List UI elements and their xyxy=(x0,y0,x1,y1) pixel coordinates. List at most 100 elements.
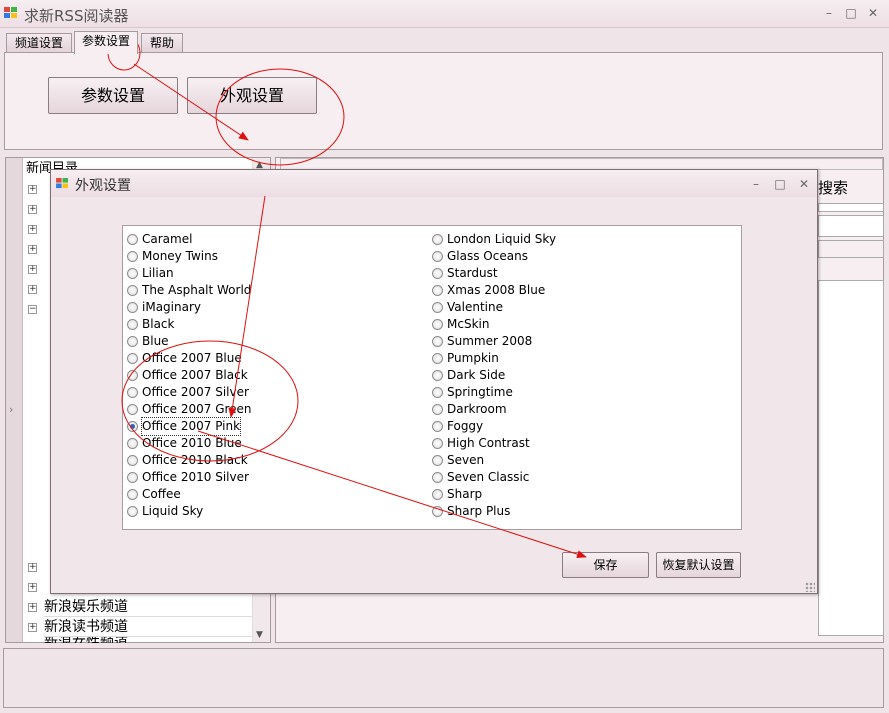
expand-icon[interactable]: + xyxy=(28,205,37,214)
search-label[interactable]: 搜索 xyxy=(818,177,848,198)
article-content xyxy=(818,280,884,636)
appearance-settings-button[interactable]: 外观设置 xyxy=(187,77,317,114)
skin-option-label: Seven Classic xyxy=(447,470,530,484)
radio-icon[interactable] xyxy=(127,336,138,347)
dialog-maximize-button[interactable]: □ xyxy=(769,175,791,193)
expand-icon[interactable]: + xyxy=(28,285,37,294)
expand-icon[interactable]: + xyxy=(28,225,37,234)
radio-checked-icon[interactable] xyxy=(127,421,138,432)
expand-icon[interactable]: + xyxy=(28,583,37,592)
radio-icon[interactable] xyxy=(127,353,138,364)
tab-param-settings[interactable]: 参数设置 xyxy=(74,31,138,54)
skin-option-label: Office 2007 Black xyxy=(142,368,248,382)
skin-option-label: Blue xyxy=(142,334,169,348)
skin-option-label: Stardust xyxy=(447,266,498,280)
app-windows-icon xyxy=(4,7,17,18)
maximize-button[interactable]: □ xyxy=(840,4,862,22)
radio-icon[interactable] xyxy=(432,353,443,364)
status-bar xyxy=(3,648,884,708)
dialog-title-bar: 外观设置 – □ ✕ xyxy=(51,170,817,197)
radio-icon[interactable] xyxy=(432,438,443,449)
minimize-button[interactable]: – xyxy=(818,4,840,22)
scroll-down-icon[interactable]: ▼ xyxy=(256,630,263,640)
skin-option-label: Office 2010 Blue xyxy=(142,436,242,450)
dialog-close-button[interactable]: ✕ xyxy=(793,175,815,193)
search-input[interactable] xyxy=(818,203,884,212)
radio-icon[interactable] xyxy=(432,251,443,262)
radio-icon[interactable] xyxy=(127,472,138,483)
expand-icon[interactable]: + xyxy=(28,603,37,612)
radio-icon[interactable] xyxy=(432,421,443,432)
radio-icon[interactable] xyxy=(127,404,138,415)
radio-icon[interactable] xyxy=(127,455,138,466)
expand-icon[interactable]: + xyxy=(28,245,37,254)
skin-option-label: McSkin xyxy=(447,317,490,331)
tree-item[interactable]: 新浪女性频道 xyxy=(44,637,270,643)
skin-option-label: iMaginary xyxy=(142,300,201,314)
skin-option-label: Darkroom xyxy=(447,402,507,416)
skin-option-label: Office 2007 Blue xyxy=(142,351,242,365)
resize-grip-icon[interactable] xyxy=(805,582,815,592)
expand-icon[interactable]: + xyxy=(28,563,37,572)
radio-icon[interactable] xyxy=(432,319,443,330)
collapse-icon[interactable]: − xyxy=(28,305,37,314)
skin-option-group: Caramel Money Twins Lilian The Asphalt Worl… xyxy=(122,225,742,530)
radio-icon[interactable] xyxy=(127,234,138,245)
skin-option-label: Glass Oceans xyxy=(447,249,528,263)
dialog-title: 外观设置 xyxy=(75,178,131,194)
skin-option-label: Valentine xyxy=(447,300,503,314)
radio-icon[interactable] xyxy=(432,302,443,313)
skin-option-label: Springtime xyxy=(447,385,513,399)
skin-option-label: Caramel xyxy=(142,232,193,246)
radio-icon[interactable] xyxy=(432,455,443,466)
radio-icon[interactable] xyxy=(432,336,443,347)
skin-option-label: Dark Side xyxy=(447,368,506,382)
radio-icon[interactable] xyxy=(127,506,138,517)
radio-icon[interactable] xyxy=(432,387,443,398)
radio-icon[interactable] xyxy=(127,285,138,296)
skin-option-label: London Liquid Sky xyxy=(447,232,557,246)
skin-option-label: Money Twins xyxy=(142,249,218,263)
skin-option-label: Foggy xyxy=(447,419,484,433)
skin-option-label: Office 2010 Silver xyxy=(142,470,249,484)
search-options[interactable] xyxy=(818,240,884,258)
dialog-minimize-button[interactable]: – xyxy=(745,175,767,193)
tab-help[interactable]: 帮助 xyxy=(141,33,183,53)
radio-icon[interactable] xyxy=(432,234,443,245)
app-windows-icon xyxy=(56,178,68,189)
radio-icon[interactable] xyxy=(127,370,138,381)
radio-icon[interactable] xyxy=(432,268,443,279)
skin-option-label: Sharp Plus xyxy=(447,504,511,518)
radio-icon[interactable] xyxy=(127,387,138,398)
radio-icon[interactable] xyxy=(432,472,443,483)
expand-icon[interactable]: + xyxy=(28,265,37,274)
skin-option-label: Sharp xyxy=(447,487,483,501)
radio-icon[interactable] xyxy=(432,285,443,296)
radio-icon[interactable] xyxy=(127,251,138,262)
radio-icon[interactable] xyxy=(432,370,443,381)
save-button[interactable]: 保存 xyxy=(562,552,649,578)
expand-icon[interactable]: + xyxy=(28,185,37,194)
skin-option-label: Xmas 2008 Blue xyxy=(447,283,546,297)
param-settings-button[interactable]: 参数设置 xyxy=(48,77,178,114)
radio-icon[interactable] xyxy=(432,506,443,517)
radio-icon[interactable] xyxy=(127,268,138,279)
radio-icon[interactable] xyxy=(127,302,138,313)
radio-icon[interactable] xyxy=(127,438,138,449)
close-button[interactable]: ✕ xyxy=(862,4,884,22)
radio-icon[interactable] xyxy=(432,489,443,500)
restore-defaults-button[interactable]: 恢复默认设置 xyxy=(656,552,741,578)
skin-option-label: Office 2007 Pink xyxy=(140,417,242,436)
radio-icon[interactable] xyxy=(127,489,138,500)
radio-icon[interactable] xyxy=(432,404,443,415)
radio-icon[interactable] xyxy=(127,319,138,330)
skin-option-label: Office 2010 Black xyxy=(142,453,248,467)
expand-icon[interactable]: + xyxy=(28,623,37,632)
tree-item[interactable]: 新浪读书频道 xyxy=(44,617,270,637)
search-field[interactable] xyxy=(818,215,884,237)
skin-option-label: Lilian xyxy=(142,266,174,280)
skin-option-label: High Contrast xyxy=(447,436,530,450)
tab-channel-settings[interactable]: 频道设置 xyxy=(6,33,72,53)
tree-item[interactable]: 新浪娱乐频道 xyxy=(44,597,270,617)
skin-option-label: Office 2007 Green xyxy=(142,402,252,416)
